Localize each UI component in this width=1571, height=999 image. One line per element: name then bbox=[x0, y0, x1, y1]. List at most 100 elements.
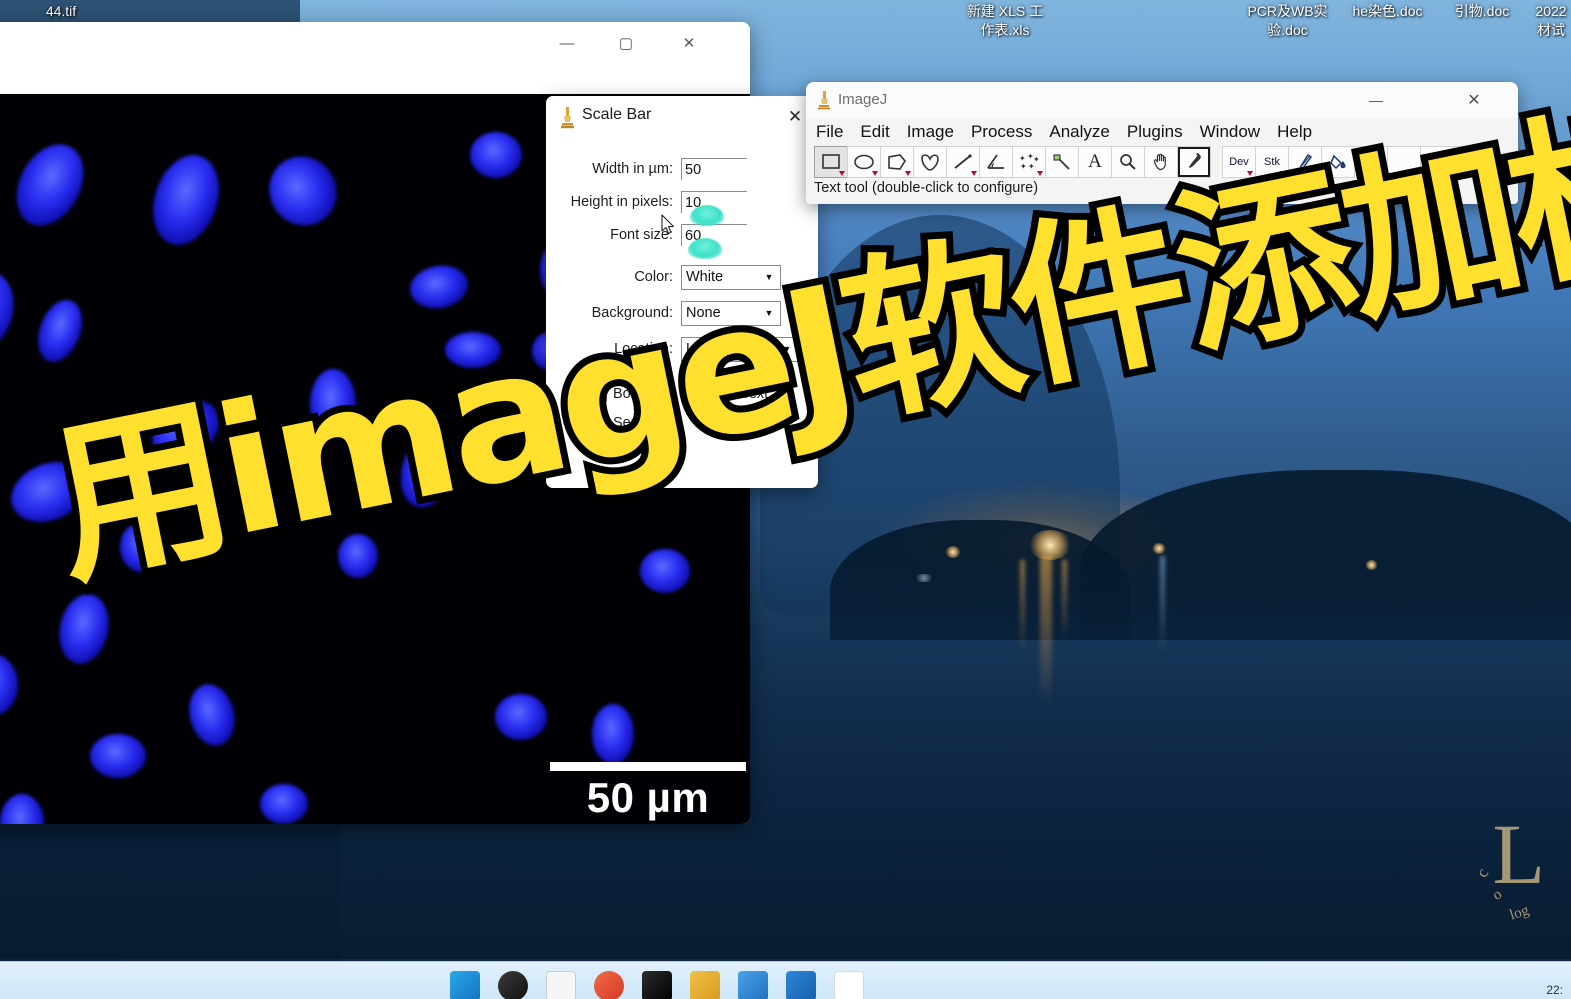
empty-slot-1[interactable] bbox=[1387, 146, 1421, 178]
hand-tool[interactable] bbox=[1144, 146, 1178, 178]
menu-process[interactable]: Process bbox=[971, 122, 1032, 142]
angle-tool[interactable] bbox=[979, 146, 1013, 178]
imagej-status-bar: Text tool (double-click to configure) bbox=[814, 180, 1039, 196]
minimize-icon[interactable]: — bbox=[1356, 85, 1396, 115]
field-row-height-px: Height in pixels: bbox=[546, 189, 818, 215]
svg-text:✦: ✦ bbox=[1020, 162, 1027, 171]
rectangle-tool[interactable] bbox=[814, 146, 848, 178]
desktop-icon-44tif[interactable]: 44.tif bbox=[18, 2, 104, 21]
desktop-icon-2022[interactable]: 2022 材试 bbox=[1515, 2, 1571, 40]
taskbar-icon-imagej[interactable] bbox=[834, 971, 864, 999]
checkbox-box[interactable] bbox=[594, 416, 607, 430]
magnifier-tool[interactable] bbox=[1111, 146, 1145, 178]
wand-tool[interactable] bbox=[1045, 146, 1079, 178]
nucleus bbox=[90, 734, 146, 778]
width-um-input[interactable] bbox=[681, 158, 747, 180]
checkbox-box[interactable] bbox=[594, 387, 607, 401]
location-select[interactable]: Lower Right ▼ bbox=[681, 336, 799, 362]
light-glow bbox=[1152, 543, 1166, 554]
minimize-icon[interactable]: — bbox=[544, 22, 590, 64]
arrow-tool[interactable] bbox=[1354, 146, 1388, 178]
close-icon[interactable]: ✕ bbox=[1454, 85, 1494, 115]
menu-edit[interactable]: Edit bbox=[860, 122, 889, 142]
scale-bar-dialog-titlebar[interactable]: Scale Bar ✕ bbox=[546, 96, 818, 138]
light-glow bbox=[1365, 560, 1378, 570]
checkbox-bold-text[interactable]: Bold Text bbox=[594, 386, 672, 402]
nucleus bbox=[495, 694, 547, 740]
taskbar-icon-7[interactable] bbox=[738, 971, 768, 999]
stack-tool[interactable]: Stk bbox=[1255, 146, 1289, 178]
nucleus bbox=[256, 143, 350, 239]
nucleus bbox=[120, 522, 164, 572]
close-icon[interactable]: ✕ bbox=[666, 22, 712, 64]
nucleus bbox=[338, 534, 378, 578]
nucleus bbox=[30, 294, 90, 368]
checkbox-hide-text[interactable]: Hide Text bbox=[689, 386, 768, 402]
menu-file[interactable]: File bbox=[816, 122, 843, 142]
menu-plugins[interactable]: Plugins bbox=[1127, 122, 1183, 142]
taskbar-icon-4[interactable] bbox=[594, 971, 624, 999]
light-reflection bbox=[1062, 560, 1067, 640]
field-label-width-um: Width in µm: bbox=[592, 161, 673, 177]
desktop-icon-primer[interactable]: 引物.doc bbox=[1437, 2, 1527, 21]
nucleus bbox=[592, 704, 634, 764]
more-tools-button[interactable]: >> bbox=[1453, 146, 1487, 178]
light-reflection bbox=[1040, 556, 1052, 706]
flood-fill-tool[interactable] bbox=[1321, 146, 1355, 178]
line-tool[interactable] bbox=[946, 146, 980, 178]
dropper-tool[interactable] bbox=[1177, 146, 1211, 178]
multipoint-tool[interactable]: ✦ ✦ ✦ ✦ ✦ bbox=[1012, 146, 1046, 178]
taskbar-icon-6[interactable] bbox=[690, 971, 720, 999]
taskbar-icon-5[interactable] bbox=[642, 971, 672, 999]
image-window-titlebar[interactable]: 44.tif — ▢ ✕ bbox=[0, 22, 750, 64]
menu-window[interactable]: Window bbox=[1200, 122, 1260, 142]
select-label-color: Color: bbox=[634, 269, 673, 285]
imagej-window[interactable]: ImageJ — ✕ File Edit Image Process Analy… bbox=[806, 82, 1518, 204]
taskbar-icon-1[interactable] bbox=[450, 971, 480, 999]
scale-bar-dialog[interactable]: Scale Bar ✕ Width in µm: Height in pixel… bbox=[546, 96, 818, 488]
taskbar-icon-3[interactable] bbox=[546, 971, 576, 999]
desktop-icon-he-stain[interactable]: he染色.doc bbox=[1330, 2, 1445, 21]
taskbar-clock[interactable]: 22: bbox=[1546, 983, 1563, 997]
taskbar[interactable]: 22: bbox=[0, 961, 1571, 999]
dev-tool[interactable]: Dev bbox=[1222, 146, 1256, 178]
nucleus bbox=[470, 132, 522, 178]
cyan-highlight-mark bbox=[688, 238, 722, 259]
color-select[interactable]: White ▼ bbox=[681, 264, 781, 290]
menu-help[interactable]: Help bbox=[1277, 122, 1312, 142]
text-tool[interactable]: A bbox=[1078, 146, 1112, 178]
empty-slot-2[interactable] bbox=[1420, 146, 1454, 178]
taskbar-icon-8[interactable] bbox=[786, 971, 816, 999]
scale-bar-label: 50 µm bbox=[586, 774, 710, 821]
menu-image[interactable]: Image bbox=[907, 122, 954, 142]
taskbar-icons[interactable] bbox=[450, 971, 864, 999]
menu-analyze[interactable]: Analyze bbox=[1049, 122, 1109, 142]
freehand-tool[interactable] bbox=[913, 146, 947, 178]
maximize-icon[interactable]: ▢ bbox=[603, 22, 649, 64]
polygon-tool[interactable] bbox=[880, 146, 914, 178]
chevron-down-icon: ▼ bbox=[782, 344, 792, 354]
brush-tool[interactable] bbox=[1288, 146, 1322, 178]
stack-tool-label: Stk bbox=[1264, 156, 1280, 168]
field-row-font-size: Font size: bbox=[546, 222, 818, 248]
scale-bar-line bbox=[550, 762, 746, 771]
checkbox-box[interactable] bbox=[689, 387, 702, 401]
background-select[interactable]: None ▼ bbox=[681, 300, 781, 326]
image-info-line: ; 7.1MB bbox=[0, 68, 750, 94]
imagej-titlebar[interactable]: ImageJ — ✕ bbox=[806, 82, 1518, 118]
desktop-icon-xls[interactable]: 新建 XLS 工 作表.xls bbox=[940, 2, 1070, 40]
nucleus bbox=[310, 369, 356, 439]
field-label-height-px: Height in pixels: bbox=[570, 194, 673, 210]
desktop-icon-pcr-wb[interactable]: PCR及WB实 验.doc bbox=[1230, 2, 1345, 40]
svg-text:✦: ✦ bbox=[1028, 162, 1035, 171]
checkbox-serif-font[interactable]: Serif Font bbox=[594, 415, 676, 431]
imagej-menubar[interactable]: File Edit Image Process Analyze Plugins … bbox=[806, 118, 1518, 146]
taskbar-icon-2[interactable] bbox=[498, 971, 528, 999]
imagej-toolbar[interactable]: ✦ ✦ ✦ ✦ ✦ A Dev Stk >> bbox=[814, 146, 1514, 180]
nucleus bbox=[0, 794, 44, 824]
select-row-background: Background: None ▼ bbox=[546, 300, 818, 326]
checkbox-label: Bold Text bbox=[613, 386, 673, 402]
oval-tool[interactable] bbox=[847, 146, 881, 178]
more-tools-label: >> bbox=[1461, 153, 1479, 171]
imagej-window-title: ImageJ bbox=[838, 91, 888, 108]
